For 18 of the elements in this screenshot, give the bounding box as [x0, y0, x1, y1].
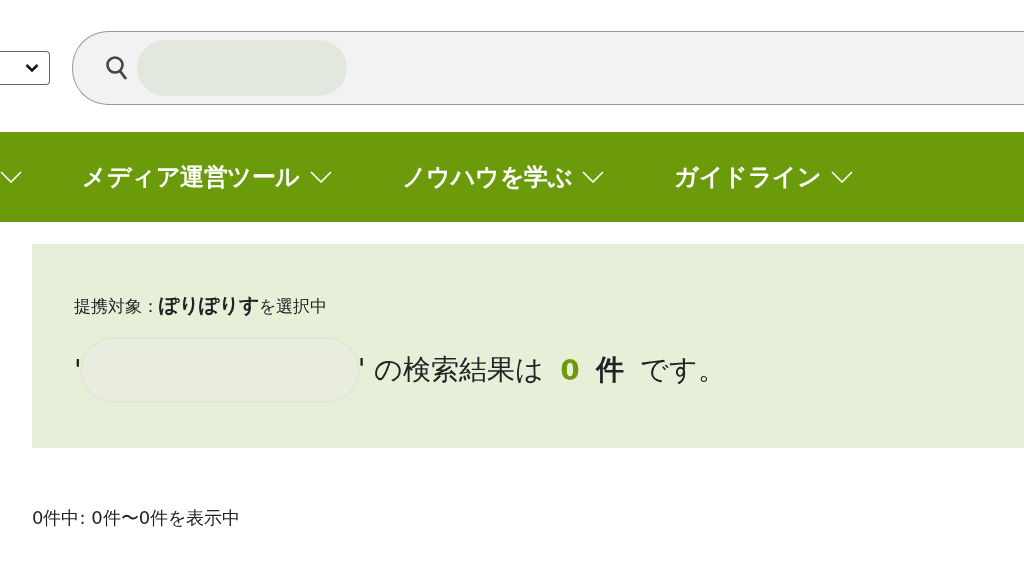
result-text: です。 — [639, 352, 726, 388]
search-icon — [105, 55, 129, 81]
nav-menu-item[interactable]: ノウハウを学ぶ — [401, 161, 572, 193]
result-count: 0 — [560, 353, 580, 387]
chevron-down-icon[interactable] — [582, 171, 604, 183]
dropdown-select[interactable] — [0, 51, 50, 85]
chevron-down-icon[interactable] — [309, 171, 332, 183]
chevron-down-icon[interactable] — [831, 171, 853, 183]
chevron-down-icon[interactable] — [0, 171, 22, 183]
quote-mark: ' — [74, 353, 82, 387]
nav-menu-item[interactable]: ガイドライン — [674, 161, 821, 193]
search-field[interactable] — [72, 31, 1024, 105]
result-text: ' の検索結果は — [357, 352, 545, 388]
partner-text: 提携対象：ぽりぽりすを選択中 — [74, 292, 328, 319]
pagination-info: 0件中: 0件〜0件を表示中 — [32, 506, 242, 530]
count-unit: 件 — [595, 352, 624, 388]
chevron-down-icon — [25, 63, 39, 73]
nav-menu-item[interactable]: メディア運営ツール — [82, 161, 300, 193]
